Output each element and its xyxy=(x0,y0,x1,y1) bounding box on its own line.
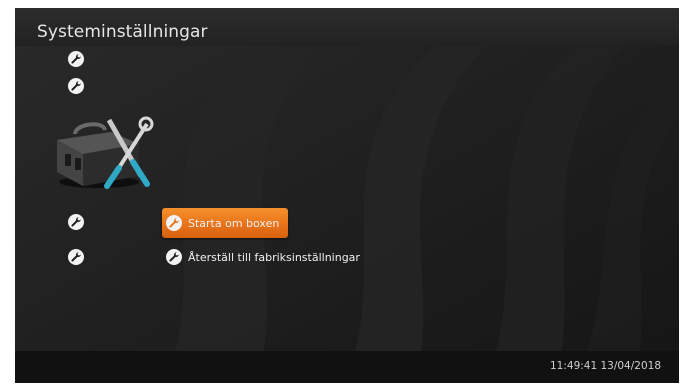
page-title: Systeminställningar xyxy=(37,22,208,42)
menu-item-restart-box[interactable]: Starta om boxen xyxy=(162,208,289,238)
wrench-icon xyxy=(68,249,84,265)
tv-screen: Systeminställningar Starta om boxen Åter… xyxy=(15,8,679,383)
background-swirl xyxy=(15,8,679,383)
clock: 11:49:41 13/04/2018 xyxy=(549,360,661,372)
wrench-icon xyxy=(68,78,84,94)
menu-item-label: Återställ till fabriksinställningar xyxy=(188,250,360,264)
wrench-icon xyxy=(68,214,84,230)
footer-bar: 11:49:41 13/04/2018 xyxy=(15,351,679,383)
wrench-icon xyxy=(68,51,84,67)
wrench-icon xyxy=(166,249,182,265)
menu-item-factory-reset[interactable]: Återställ till fabriksinställningar xyxy=(166,242,360,272)
toolbox-icon xyxy=(57,116,154,189)
wrench-icon xyxy=(166,215,182,231)
menu-item-label: Starta om boxen xyxy=(188,216,280,230)
